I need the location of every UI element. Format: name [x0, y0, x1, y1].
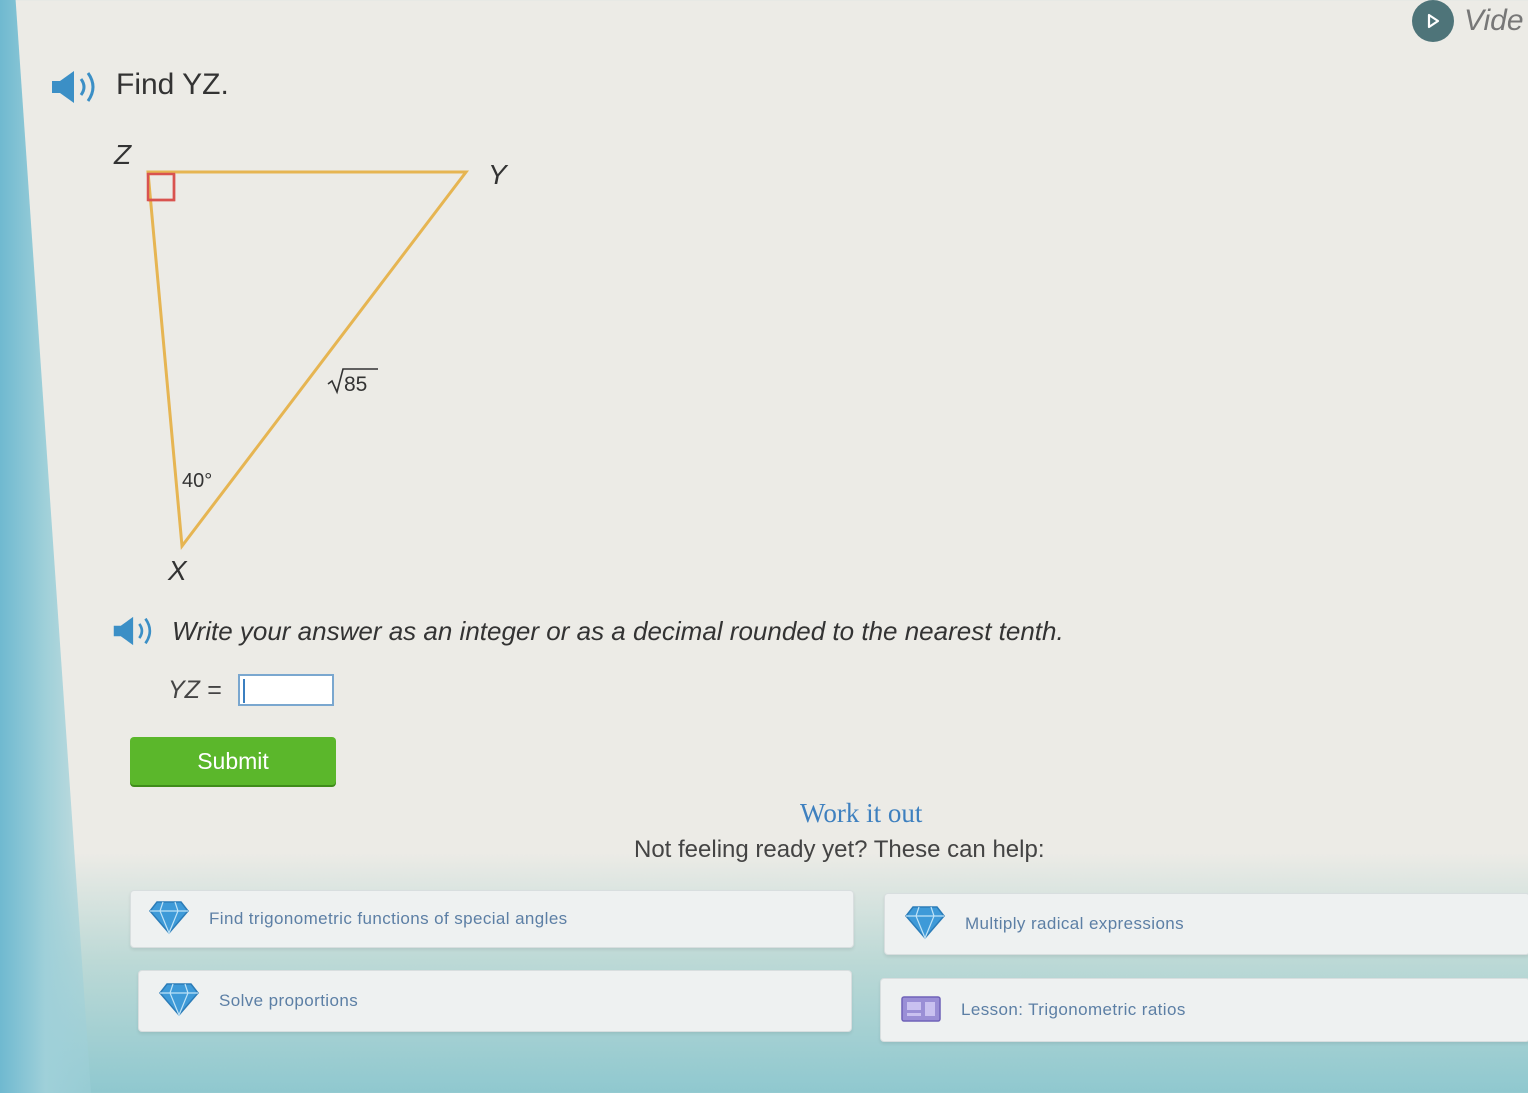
diamond-icon	[905, 906, 945, 940]
instruction-speaker-icon[interactable]	[112, 614, 156, 648]
work-it-out-title[interactable]: Work it out	[800, 798, 922, 829]
help-card-special-angles[interactable]: Find trigonometric functions of special …	[130, 890, 854, 948]
help-card-radical-expressions[interactable]: Multiply radical expressions	[884, 893, 1528, 955]
video-button[interactable]: Vide	[1412, 0, 1524, 42]
help-card-label: Multiply radical expressions	[965, 914, 1185, 933]
help-card-solve-proportions[interactable]: Solve proportions	[138, 970, 852, 1032]
angle-label: 40°	[182, 470, 212, 492]
question-page: Vide Find YZ. Z Y X 85 40° Write your an…	[0, 0, 1528, 1093]
hypotenuse-length-label: 85	[344, 373, 367, 396]
help-card-label: Lesson: Trigonometric ratios	[961, 1000, 1186, 1019]
help-card-label: Solve proportions	[219, 991, 359, 1010]
text-caret	[243, 679, 245, 703]
submit-button[interactable]: Submit	[130, 737, 336, 785]
answer-input[interactable]	[238, 674, 334, 706]
diamond-icon	[159, 983, 199, 1017]
help-card-lesson-trig-ratios[interactable]: Lesson: Trigonometric ratios	[880, 978, 1528, 1042]
help-card-label: Find trigonometric functions of special …	[209, 909, 568, 928]
right-angle-marker	[148, 174, 176, 202]
video-label: Vide	[1464, 4, 1524, 37]
instruction-text: Write your answer as an integer or as a …	[172, 616, 1064, 646]
triangle-diagram: Z Y X 85 40°	[113, 139, 509, 586]
vertex-x-label: X	[167, 555, 188, 586]
vertex-z-label: Z	[113, 139, 132, 170]
diamond-icon	[149, 901, 189, 935]
vertex-y-label: Y	[488, 159, 509, 190]
play-icon	[1412, 0, 1454, 42]
answer-label: YZ =	[168, 676, 222, 704]
lesson-icon	[901, 996, 941, 1022]
help-subtitle: Not feeling ready yet? These can help:	[634, 836, 1045, 863]
right-angle-box	[146, 172, 176, 202]
